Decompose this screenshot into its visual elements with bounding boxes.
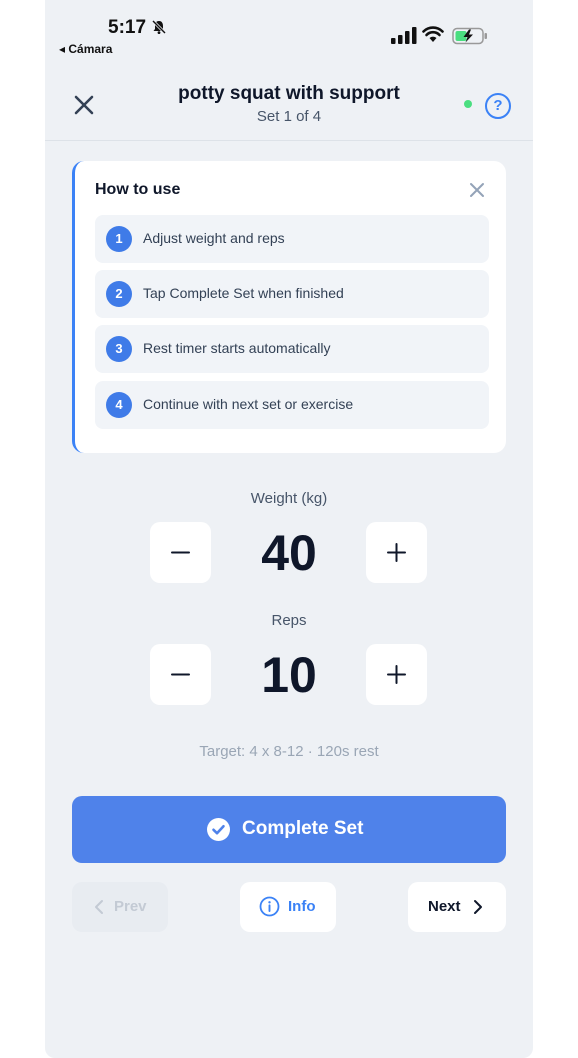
prev-button[interactable]: Prev xyxy=(72,882,168,932)
info-button[interactable]: Info xyxy=(240,882,336,932)
help-button[interactable]: ? xyxy=(485,93,511,119)
prev-label: Prev xyxy=(114,898,147,915)
plus-icon xyxy=(387,665,406,684)
chevron-left-icon xyxy=(95,900,103,914)
step-text: Tap Complete Set when finished xyxy=(143,285,344,301)
complete-set-label: Complete Set xyxy=(242,818,364,839)
info-label: Info xyxy=(288,898,316,915)
target-info: Target: 4 x 8-12 · 120s rest xyxy=(199,743,379,760)
list-item: 1 Adjust weight and reps xyxy=(95,215,489,263)
next-label: Next xyxy=(428,898,461,915)
exercise-title: potty squat with support xyxy=(178,83,400,104)
step-text: Adjust weight and reps xyxy=(143,230,285,246)
reps-increase-button[interactable] xyxy=(366,644,427,705)
step-text: Rest timer starts automatically xyxy=(143,340,331,356)
how-to-use-card: How to use 1 Adjust weight and reps 2 Ta… xyxy=(72,161,506,453)
step-number: 2 xyxy=(106,281,132,307)
reps-value[interactable]: 10 xyxy=(45,646,533,704)
weight-increase-button[interactable] xyxy=(366,522,427,583)
chevron-right-icon xyxy=(474,900,482,914)
battery-charging-icon xyxy=(452,27,487,45)
app-screen: 5:17 ◂ Cámara potty squat with support S… xyxy=(45,0,533,1058)
silent-bell-icon xyxy=(151,19,167,35)
list-item: 3 Rest timer starts automatically xyxy=(95,325,489,373)
next-button[interactable]: Next xyxy=(408,882,506,932)
card-title: How to use xyxy=(95,181,181,198)
wifi-icon xyxy=(422,26,444,42)
close-icon[interactable] xyxy=(468,181,486,199)
status-indicator-dot xyxy=(464,100,472,108)
set-progress: Set 1 of 4 xyxy=(256,108,322,125)
weight-value[interactable]: 40 xyxy=(45,524,533,582)
check-circle-icon xyxy=(207,818,230,841)
weight-label: Weight (kg) xyxy=(250,490,328,507)
back-to-app-link[interactable]: ◂ Cámara xyxy=(59,42,112,56)
info-icon xyxy=(259,896,280,917)
status-time: 5:17 xyxy=(108,17,147,38)
reps-label: Reps xyxy=(271,612,307,629)
step-number: 4 xyxy=(106,392,132,418)
list-item: 4 Continue with next set or exercise xyxy=(95,381,489,429)
complete-set-button[interactable]: Complete Set xyxy=(72,796,506,863)
step-number: 1 xyxy=(106,226,132,252)
workout-header: potty squat with support Set 1 of 4 ? xyxy=(45,70,533,141)
plus-icon xyxy=(387,543,406,562)
step-text: Continue with next set or exercise xyxy=(143,396,354,412)
list-item: 2 Tap Complete Set when finished xyxy=(95,270,489,318)
step-number: 3 xyxy=(106,336,132,362)
cellular-signal-icon xyxy=(391,27,417,44)
